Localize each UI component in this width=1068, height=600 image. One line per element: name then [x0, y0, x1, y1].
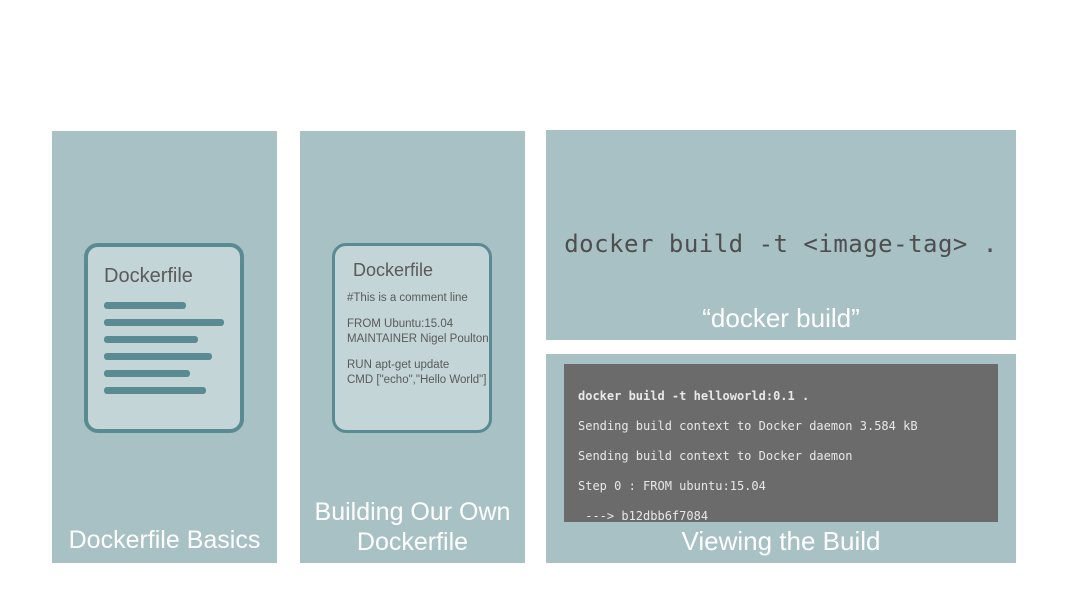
terminal-output: docker build -t helloworld:0.1 . Sending… — [564, 364, 998, 522]
dockerfile-code-icon: Dockerfile #This is a comment line FROM … — [332, 243, 492, 433]
code-comment: #This is a comment line — [347, 291, 477, 307]
terminal-line: Sending build context to Docker daemon 3… — [578, 419, 984, 434]
card-building-dockerfile: Dockerfile #This is a comment line FROM … — [300, 131, 525, 563]
terminal-line: ---> b12dbb6f7084 — [578, 509, 984, 522]
card-title-viewing: Viewing the Build — [546, 526, 1016, 557]
code-run: RUN apt-get update — [347, 358, 477, 374]
card-title-building: Building Our Own Dockerfile — [300, 497, 525, 557]
terminal-line: Step 0 : FROM ubuntu:15.04 — [578, 479, 984, 494]
dockerfile-icon-lines — [104, 302, 224, 394]
code-cmd: CMD ["echo","Hello World"] — [347, 373, 477, 389]
card-dockerfile-basics: Dockerfile Dockerfile Basics — [52, 131, 277, 563]
code-maintainer: MAINTAINER Nigel Poulton — [347, 332, 477, 348]
card-docker-build-cmd: docker build -t <image-tag> . “docker bu… — [546, 130, 1016, 340]
dockerfile-code-title: Dockerfile — [347, 260, 477, 281]
dockerfile-icon: Dockerfile — [84, 243, 244, 433]
terminal-line: Sending build context to Docker daemon — [578, 449, 984, 464]
card-title-basics: Dockerfile Basics — [52, 526, 277, 555]
docker-build-command: docker build -t <image-tag> . — [546, 230, 1016, 258]
card-title-docker-build: “docker build” — [546, 303, 1016, 334]
terminal-command: docker build -t helloworld:0.1 . — [578, 389, 984, 404]
dockerfile-icon-title: Dockerfile — [104, 265, 224, 288]
code-from: FROM Ubuntu:15.04 — [347, 317, 477, 333]
card-viewing-build: docker build -t helloworld:0.1 . Sending… — [546, 354, 1016, 563]
